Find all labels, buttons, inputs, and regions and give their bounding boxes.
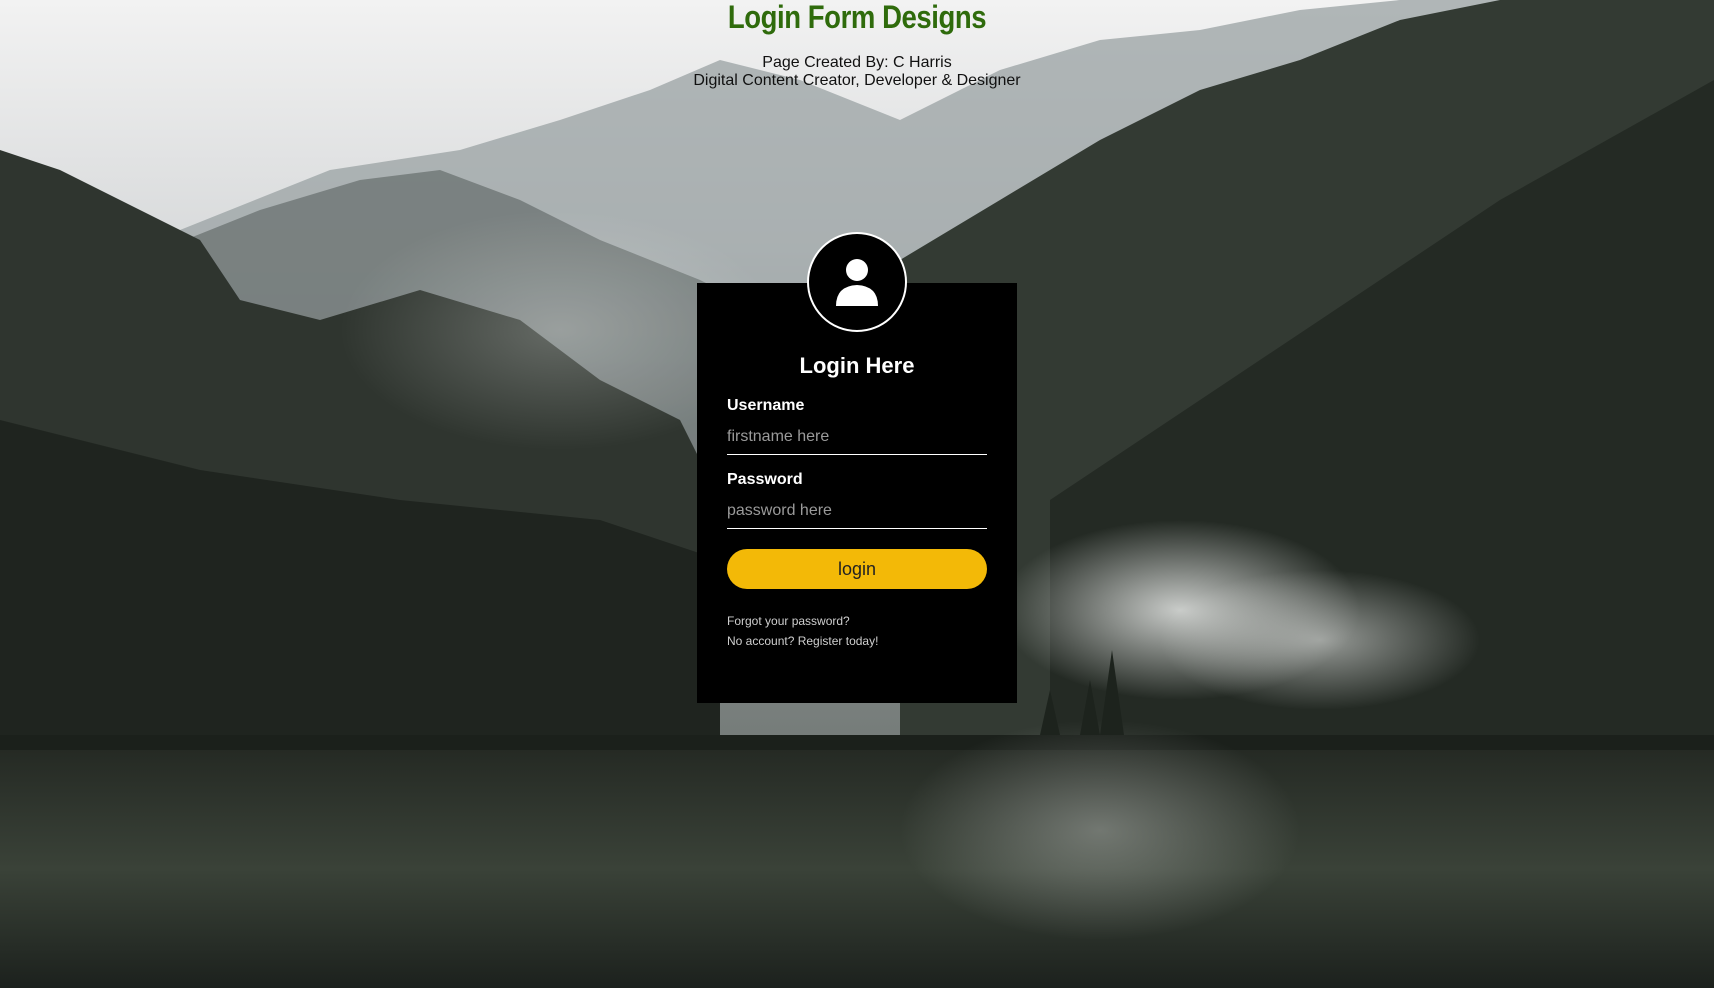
login-button[interactable]: login	[727, 549, 987, 589]
page-credits: Page Created By: C Harris Digital Conten…	[0, 54, 1714, 90]
forgot-password-link[interactable]: Forgot your password?	[727, 611, 987, 631]
page-title: Login Form Designs	[727, 0, 987, 35]
login-links: Forgot your password? No account? Regist…	[727, 611, 987, 651]
username-input[interactable]	[727, 419, 987, 455]
login-form: Login Here Username Password login Forgo…	[697, 232, 1017, 703]
password-input[interactable]	[727, 493, 987, 529]
credit-author: Page Created By: C Harris	[762, 54, 952, 71]
credit-role: Digital Content Creator, Developer & Des…	[693, 72, 1021, 89]
page-header: Login Form Designs Page Created By: C Ha…	[0, 0, 1714, 90]
username-label: Username	[727, 397, 805, 414]
avatar	[807, 232, 907, 332]
password-label: Password	[727, 471, 803, 488]
user-icon	[836, 259, 878, 306]
register-link[interactable]: No account? Register today!	[727, 631, 987, 651]
